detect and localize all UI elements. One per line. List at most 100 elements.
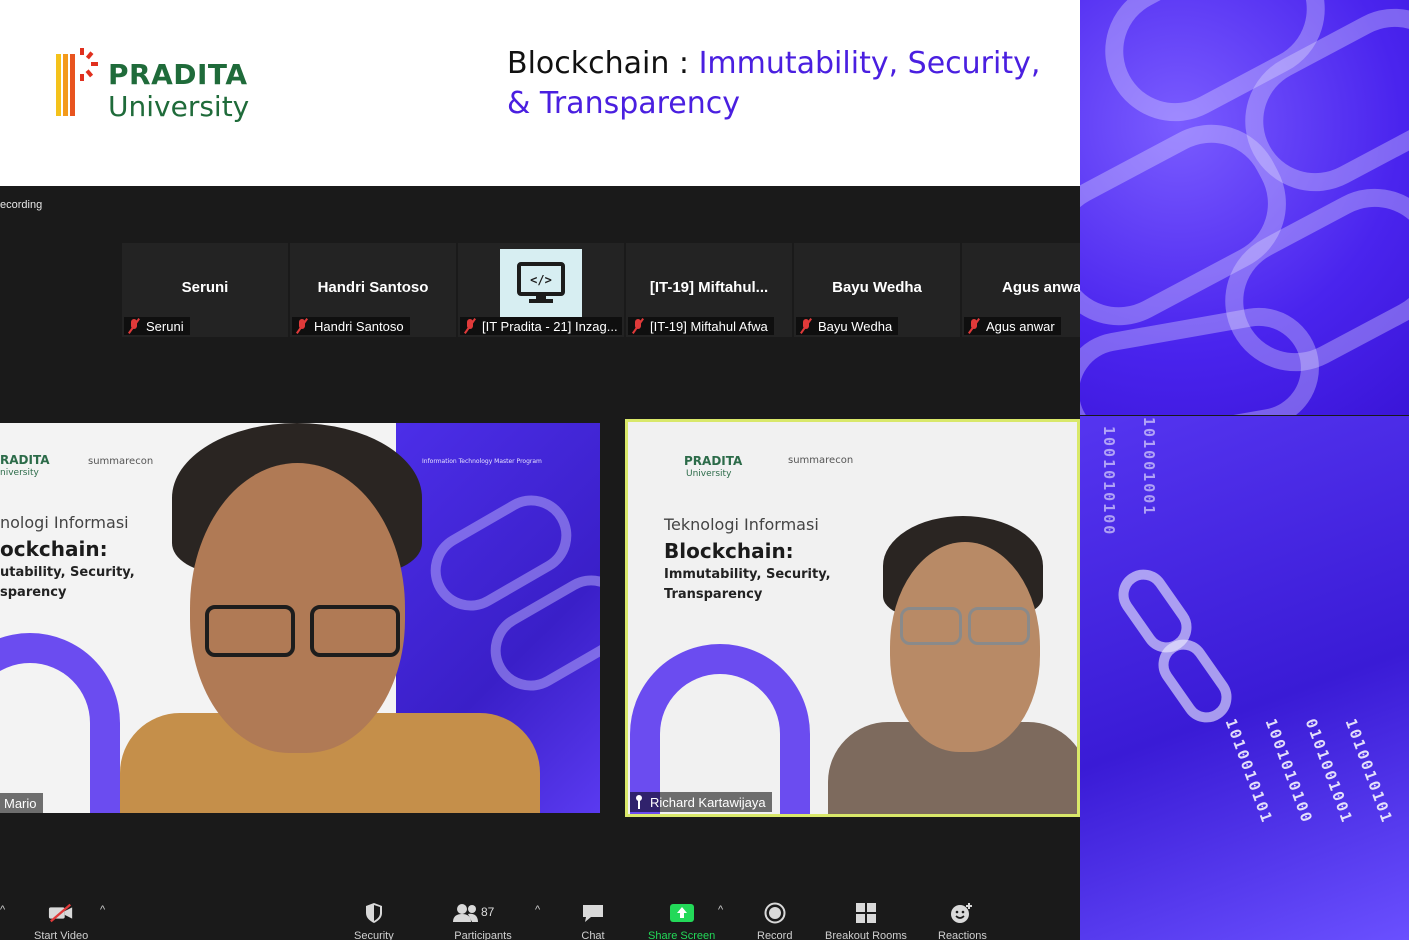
start-video-button[interactable]: Start Video: [34, 902, 88, 940]
slide-partner-logo: summarecon: [788, 455, 854, 466]
record-button[interactable]: Record: [757, 902, 792, 940]
participants-button[interactable]: 87 Participants: [453, 902, 513, 940]
participant-caption-name: Seruni: [146, 318, 184, 334]
participant-name-large: Handri Santoso: [317, 279, 429, 296]
security-button[interactable]: Security: [354, 902, 394, 940]
pin-icon: [634, 795, 644, 809]
decorative-binary-panel: 1001010100 0101001001 1010010101 1001010…: [1080, 416, 1409, 940]
person-face: [890, 542, 1040, 752]
participant-caption-name: [IT Pradita - 21] Inzag...: [482, 318, 618, 334]
glasses-lens: [968, 607, 1030, 645]
video-tile-left[interactable]: RADITA niversity summarecon nologi Infor…: [0, 423, 600, 813]
participant-tile[interactable]: Bayu Wedha Bayu Wedha: [794, 243, 960, 337]
participant-tile[interactable]: [IT-19] Miftahul... [IT-19] Miftahul Afw…: [626, 243, 792, 337]
share-screen-label: Share Screen: [648, 930, 716, 940]
participant-caption: Agus anwar: [964, 317, 1061, 335]
slide-logo-sub: niversity: [0, 468, 39, 478]
slide-line-1: nologi Informasi: [0, 513, 129, 532]
breakout-rooms-label: Breakout Rooms: [825, 930, 907, 940]
chat-icon: [580, 902, 606, 924]
binary-stream: 0101001001: [1140, 416, 1158, 517]
participants-count: 87: [481, 905, 495, 919]
zoom-meeting-window: PRADITA University Blockchain : Immutabi…: [0, 0, 1409, 940]
participants-icon: 87: [453, 902, 513, 924]
reactions-button[interactable]: Reactions: [938, 902, 987, 940]
participant-name-large: Seruni: [181, 279, 229, 296]
participant-caption: Handri Santoso: [292, 317, 410, 335]
video-options-caret[interactable]: ^: [100, 904, 105, 916]
slide-line-4: Transparency: [664, 587, 763, 602]
logo-subtitle: University: [108, 90, 250, 123]
mic-muted-icon: [128, 319, 140, 333]
participant-name-large: Agus anwa: [1002, 279, 1082, 296]
security-label: Security: [354, 930, 394, 940]
video-off-icon: [48, 902, 74, 924]
pradita-logo: PRADITA University: [54, 46, 274, 126]
mic-muted-icon: [464, 319, 476, 333]
logo-wordmark: PRADITA: [108, 58, 248, 91]
chat-label: Chat: [581, 930, 605, 940]
glasses-lens: [900, 607, 962, 645]
participant-caption: Bayu Wedha: [796, 317, 899, 335]
slide-line-2: ockchain:: [0, 537, 108, 561]
video-caption: Mario: [0, 793, 43, 813]
recording-indicator[interactable]: ecording: [0, 199, 42, 211]
record-icon: [762, 902, 788, 924]
video-caption: Richard Kartawijaya: [630, 792, 772, 812]
mic-muted-icon: [296, 319, 308, 333]
breakout-rooms-button[interactable]: Breakout Rooms: [825, 902, 907, 940]
glasses-lens: [310, 605, 400, 657]
slide-logo: PRADITA: [684, 454, 743, 468]
title-accent-2: & Transparency: [507, 86, 741, 121]
slide-line-3: Immutability, Security,: [664, 567, 831, 582]
slide-header: PRADITA University Blockchain : Immutabi…: [0, 0, 1080, 186]
pradita-logo-icon: [56, 48, 98, 116]
title-accent-1: Immutability, Security,: [698, 46, 1041, 81]
share-screen-button[interactable]: Share Screen: [648, 902, 715, 940]
emoji-icon: [949, 902, 975, 924]
record-label: Record: [757, 930, 793, 940]
binary-stream: 1001010100: [1100, 426, 1118, 537]
start-video-label: Start Video: [34, 930, 89, 940]
participant-caption-name: Bayu Wedha: [818, 318, 893, 334]
participant-tile[interactable]: Handri Santoso Handri Santoso: [290, 243, 456, 337]
reactions-label: Reactions: [938, 930, 987, 940]
mic-muted-icon: [800, 319, 812, 333]
svg-text:</>: </>: [530, 273, 552, 287]
slide-line-3: utability, Security,: [0, 565, 135, 580]
participant-tile[interactable]: Agus anwa Agus anwar: [962, 243, 1082, 337]
slide-title: Blockchain : Immutability, Security, & T…: [507, 44, 1067, 124]
mic-muted-icon: [632, 319, 644, 333]
participant-caption: Seruni: [124, 317, 190, 335]
participant-name-large: [IT-19] Miftahul...: [649, 279, 769, 296]
slide-line-4: sparency: [0, 585, 67, 600]
meeting-toolbar: ^ Start Video ^ Security 87 Participants…: [0, 892, 1080, 940]
participant-caption: [IT Pradita - 21] Inzag...: [460, 317, 622, 335]
video-caption-name: Richard Kartawijaya: [650, 794, 766, 810]
participant-caption-name: Agus anwar: [986, 318, 1055, 334]
participant-tile[interactable]: </> [IT Pradita - 21] Inzag...: [458, 243, 624, 337]
participant-tile[interactable]: Seruni Seruni: [122, 243, 288, 337]
slide-logo: RADITA: [0, 453, 50, 467]
participant-caption-name: [IT-19] Miftahul Afwa: [650, 318, 768, 334]
share-screen-icon: [669, 902, 695, 924]
video-tile-active-speaker[interactable]: PRADITA University summarecon Teknologi …: [625, 419, 1080, 817]
participant-avatar: </>: [500, 249, 582, 317]
slide-arch-graphic: [0, 633, 120, 813]
code-monitor-icon: </>: [517, 262, 565, 303]
participant-strip: Seruni Seruni Handri Santoso Handri Sant…: [122, 243, 1082, 337]
audio-options-caret[interactable]: ^: [0, 904, 5, 916]
slide-program-label: Information Technology Master Program: [422, 458, 542, 465]
decorative-chain-panel: [1080, 0, 1409, 415]
slide-line-1: Teknologi Informasi: [664, 515, 819, 534]
slide-partner-logo: summarecon: [88, 456, 154, 467]
video-caption-name: Mario: [4, 795, 37, 811]
share-options-caret[interactable]: ^: [718, 904, 723, 916]
chat-button[interactable]: Chat: [580, 902, 606, 940]
breakout-rooms-icon: [853, 902, 879, 924]
participant-caption-name: Handri Santoso: [314, 318, 404, 334]
slide-logo-sub: University: [686, 469, 732, 479]
participants-options-caret[interactable]: ^: [535, 904, 540, 916]
participant-caption: [IT-19] Miftahul Afwa: [628, 317, 774, 335]
participant-name-large: Bayu Wedha: [832, 279, 922, 296]
